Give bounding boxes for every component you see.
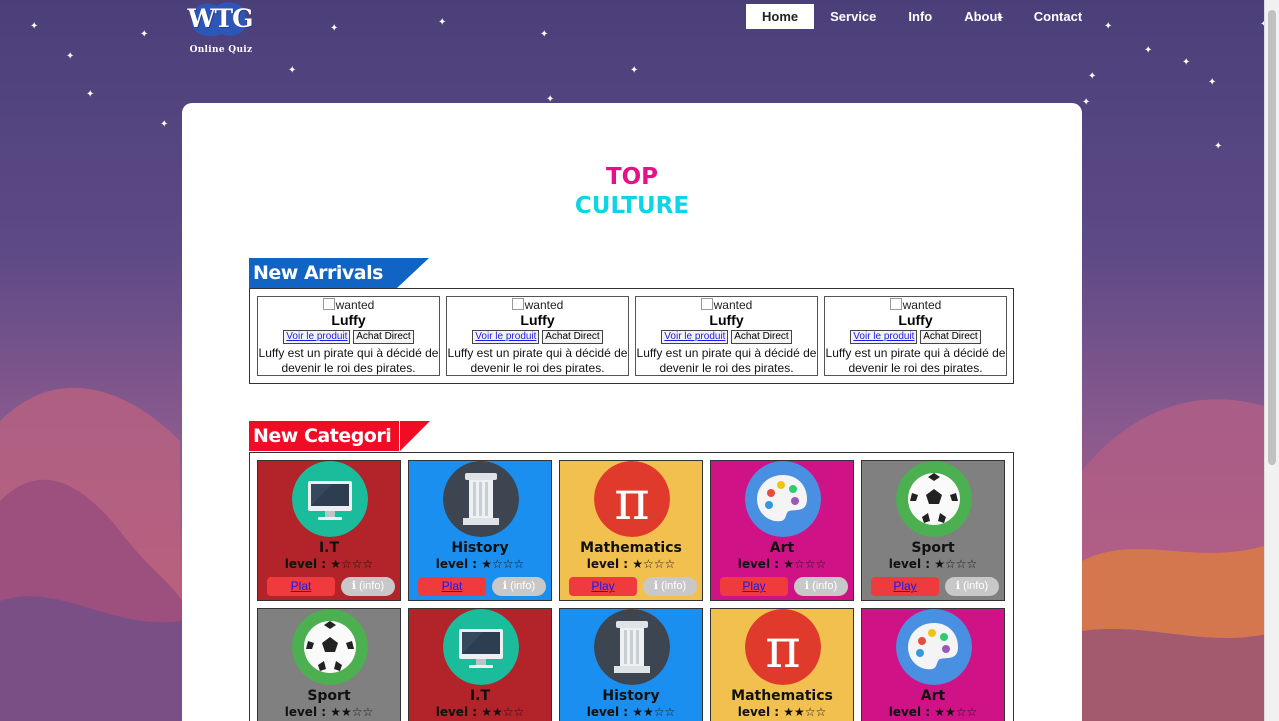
page-scrollbar[interactable] — [1264, 0, 1279, 721]
info-button[interactable]: ℹ (info) — [492, 577, 546, 596]
main-panel: TOP CULTURE New Arrivals wanted Luffy Vo… — [182, 103, 1082, 721]
play-button[interactable]: Play — [569, 577, 637, 596]
buy-now-button[interactable]: Achat Direct — [920, 330, 981, 344]
category-level: level : ★★☆☆ — [737, 705, 827, 719]
column-icon — [594, 609, 670, 685]
product-card: wanted Luffy Voir le produit Achat Direc… — [635, 296, 818, 376]
category-card-sport[interactable]: Sport level : ★★☆☆ — [257, 608, 401, 721]
buy-now-button[interactable]: Achat Direct — [731, 330, 792, 344]
play-button[interactable]: Play — [871, 577, 939, 596]
logo-subtitle: Online Quiz — [189, 45, 253, 55]
product-card: wanted Luffy Voir le produit Achat Direc… — [824, 296, 1007, 376]
category-name: History — [451, 540, 509, 556]
product-name: Luffy — [520, 312, 555, 328]
nav-contact[interactable]: Contact — [1018, 4, 1098, 29]
category-level: level : ★☆☆☆ — [737, 557, 827, 571]
broken-image-placeholder: wanted — [447, 298, 628, 312]
soccer-ball-icon — [896, 461, 972, 537]
product-card: wanted Luffy Voir le produit Achat Direc… — [446, 296, 629, 376]
buy-now-button[interactable]: Achat Direct — [353, 330, 414, 344]
new-categories-heading: New Categori — [249, 421, 430, 451]
view-product-button[interactable]: Voir le produit — [850, 330, 918, 344]
page-title-line1: TOP — [605, 164, 659, 190]
monitor-icon — [292, 461, 368, 537]
new-arrivals-heading: New Arrivals — [249, 258, 429, 288]
product-description: Luffy est un pirate qui à décidé de deve… — [636, 346, 817, 375]
svg-text:π: π — [765, 617, 801, 680]
category-name: Art — [920, 688, 946, 704]
category-name: Art — [769, 540, 795, 556]
main-nav: Home Service Info About Contact — [746, 4, 1098, 29]
nav-home[interactable]: Home — [746, 4, 815, 29]
page-title-line2: CULTURE — [574, 193, 690, 219]
category-level: level : ★☆☆☆ — [284, 557, 374, 571]
play-button[interactable]: Plat — [267, 577, 335, 596]
product-name: Luffy — [709, 312, 744, 328]
category-level: level : ★☆☆☆ — [586, 557, 676, 571]
broken-image-placeholder: wanted — [825, 298, 1006, 312]
product-description: Luffy est un pirate qui à décidé de deve… — [447, 346, 628, 375]
category-name: Mathematics — [731, 688, 833, 704]
category-level: level : ★★☆☆ — [888, 705, 978, 719]
view-product-button[interactable]: Voir le produit — [283, 330, 351, 344]
product-card: wanted Luffy Voir le produit Achat Direc… — [257, 296, 440, 376]
play-button[interactable]: Play — [720, 577, 788, 596]
column-icon — [443, 461, 519, 537]
view-product-button[interactable]: Voir le produit — [661, 330, 729, 344]
palette-icon — [896, 609, 972, 685]
broken-image-placeholder: wanted — [258, 298, 439, 312]
monitor-icon — [443, 609, 519, 685]
category-card-mathematics[interactable]: π Mathematics level : ★☆☆☆ Play ℹ (info) — [559, 460, 703, 601]
heading-ribbon-tail — [397, 258, 429, 288]
page-title: TOP CULTURE — [182, 163, 1082, 221]
new-arrivals-list: wanted Luffy Voir le produit Achat Direc… — [249, 288, 1014, 384]
buy-now-button[interactable]: Achat Direct — [542, 330, 603, 344]
broken-image-placeholder: wanted — [636, 298, 817, 312]
product-description: Luffy est un pirate qui à décidé de deve… — [258, 346, 439, 375]
scrollbar-thumb[interactable] — [1268, 10, 1276, 465]
category-card-sport[interactable]: Sport level : ★☆☆☆ Play ℹ (info) — [861, 460, 1005, 601]
category-level: level : ★★☆☆ — [435, 705, 525, 719]
nav-service[interactable]: Service — [814, 4, 892, 29]
new-categories-heading-label: New Categori — [249, 421, 399, 451]
info-button[interactable]: ℹ (info) — [341, 577, 395, 596]
category-name: History — [602, 688, 660, 704]
category-name: Mathematics — [580, 540, 682, 556]
pi-icon: π — [594, 461, 670, 537]
palette-icon — [745, 461, 821, 537]
product-name: Luffy — [331, 312, 366, 328]
info-button[interactable]: ℹ (info) — [794, 577, 848, 596]
logo-wordmark: WTG — [187, 4, 253, 33]
svg-text:π: π — [614, 469, 650, 532]
category-card-art[interactable]: Art level : ★☆☆☆ Play ℹ (info) — [710, 460, 854, 601]
category-name: Sport — [911, 540, 955, 556]
nav-about[interactable]: About — [948, 4, 1018, 29]
category-card-art[interactable]: Art level : ★★☆☆ — [861, 608, 1005, 721]
category-name: I.T — [469, 688, 491, 704]
heading-ribbon-tail — [400, 421, 430, 451]
info-button[interactable]: ℹ (info) — [643, 577, 697, 596]
category-card-mathematics[interactable]: π Mathematics level : ★★☆☆ — [710, 608, 854, 721]
category-level: level : ★★☆☆ — [284, 705, 374, 719]
product-description: Luffy est un pirate qui à décidé de deve… — [825, 346, 1006, 375]
category-card-history[interactable]: History level : ★★☆☆ — [559, 608, 703, 721]
product-name: Luffy — [898, 312, 933, 328]
category-level: level : ★☆☆☆ — [435, 557, 525, 571]
play-button[interactable]: Plat — [418, 577, 486, 596]
category-name: Sport — [307, 688, 351, 704]
categories-grid: I.T level : ★☆☆☆ Plat ℹ (info) History l… — [249, 452, 1014, 721]
soccer-ball-icon — [292, 609, 368, 685]
nav-info[interactable]: Info — [892, 4, 948, 29]
pi-icon: π — [745, 609, 821, 685]
category-card-history[interactable]: History level : ★☆☆☆ Plat ℹ (info) — [408, 460, 552, 601]
category-level: level : ★★☆☆ — [586, 705, 676, 719]
category-card-it[interactable]: I.T level : ★★☆☆ — [408, 608, 552, 721]
category-name: I.T — [318, 540, 340, 556]
info-button[interactable]: ℹ (info) — [945, 577, 999, 596]
new-arrivals-heading-label: New Arrivals — [249, 258, 397, 288]
wtg-logo[interactable]: WTG Online Quiz — [185, 0, 257, 60]
category-card-it[interactable]: I.T level : ★☆☆☆ Plat ℹ (info) — [257, 460, 401, 601]
category-level: level : ★☆☆☆ — [888, 557, 978, 571]
view-product-button[interactable]: Voir le produit — [472, 330, 540, 344]
